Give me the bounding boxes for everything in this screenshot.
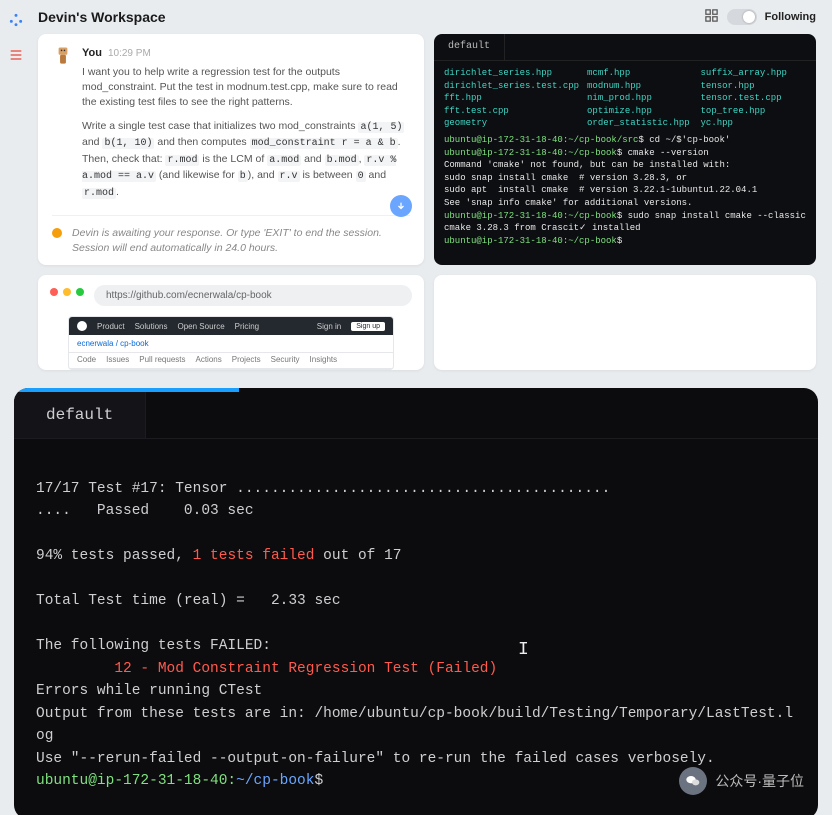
- wechat-icon: [679, 767, 707, 795]
- github-logo-icon: [77, 321, 87, 331]
- terminal-large-tab-default[interactable]: default: [14, 392, 146, 438]
- terminal-large-panel[interactable]: default 17/17 Test #17: Tensor .........…: [14, 388, 818, 815]
- following-toggle[interactable]: [727, 9, 757, 25]
- app-logo-icon[interactable]: [8, 12, 24, 31]
- list-icon[interactable]: [8, 47, 24, 66]
- message-p1: I want you to help write a regression te…: [82, 65, 410, 111]
- status-text: Devin is awaiting your response. Or type…: [72, 226, 410, 255]
- webpage-preview[interactable]: ProductSolutionsOpen SourcePricing Sign …: [68, 316, 394, 370]
- terminal-panel[interactable]: default dirichlet_series.hppmcmf.hppsuff…: [434, 34, 816, 265]
- terminal-output[interactable]: dirichlet_series.hppmcmf.hppsuffix_array…: [434, 61, 816, 255]
- window-controls[interactable]: [50, 288, 84, 296]
- url-bar[interactable]: https://github.com/ecnerwala/cp-book: [94, 285, 412, 306]
- browser-panel: https://github.com/ecnerwala/cp-book Pro…: [38, 275, 424, 370]
- user-avatar-icon: [52, 46, 74, 209]
- status-indicator-icon: [52, 228, 62, 238]
- following-label: Following: [765, 11, 816, 23]
- workspace-title: Devin's Workspace: [38, 9, 166, 25]
- message-time: 10:29 PM: [108, 47, 151, 62]
- message-author: You: [82, 46, 102, 62]
- grid-icon[interactable]: [704, 8, 719, 26]
- terminal-tab-default[interactable]: default: [434, 34, 505, 60]
- message-p2: Write a single test case that initialize…: [82, 119, 410, 202]
- terminal-large-output[interactable]: 17/17 Test #17: Tensor .................…: [14, 439, 818, 815]
- text-cursor-icon: I: [518, 640, 529, 660]
- empty-panel: [434, 275, 816, 370]
- watermark: 公众号·量子位: [679, 767, 804, 795]
- chat-panel: You 10:29 PM I want you to help write a …: [38, 34, 424, 265]
